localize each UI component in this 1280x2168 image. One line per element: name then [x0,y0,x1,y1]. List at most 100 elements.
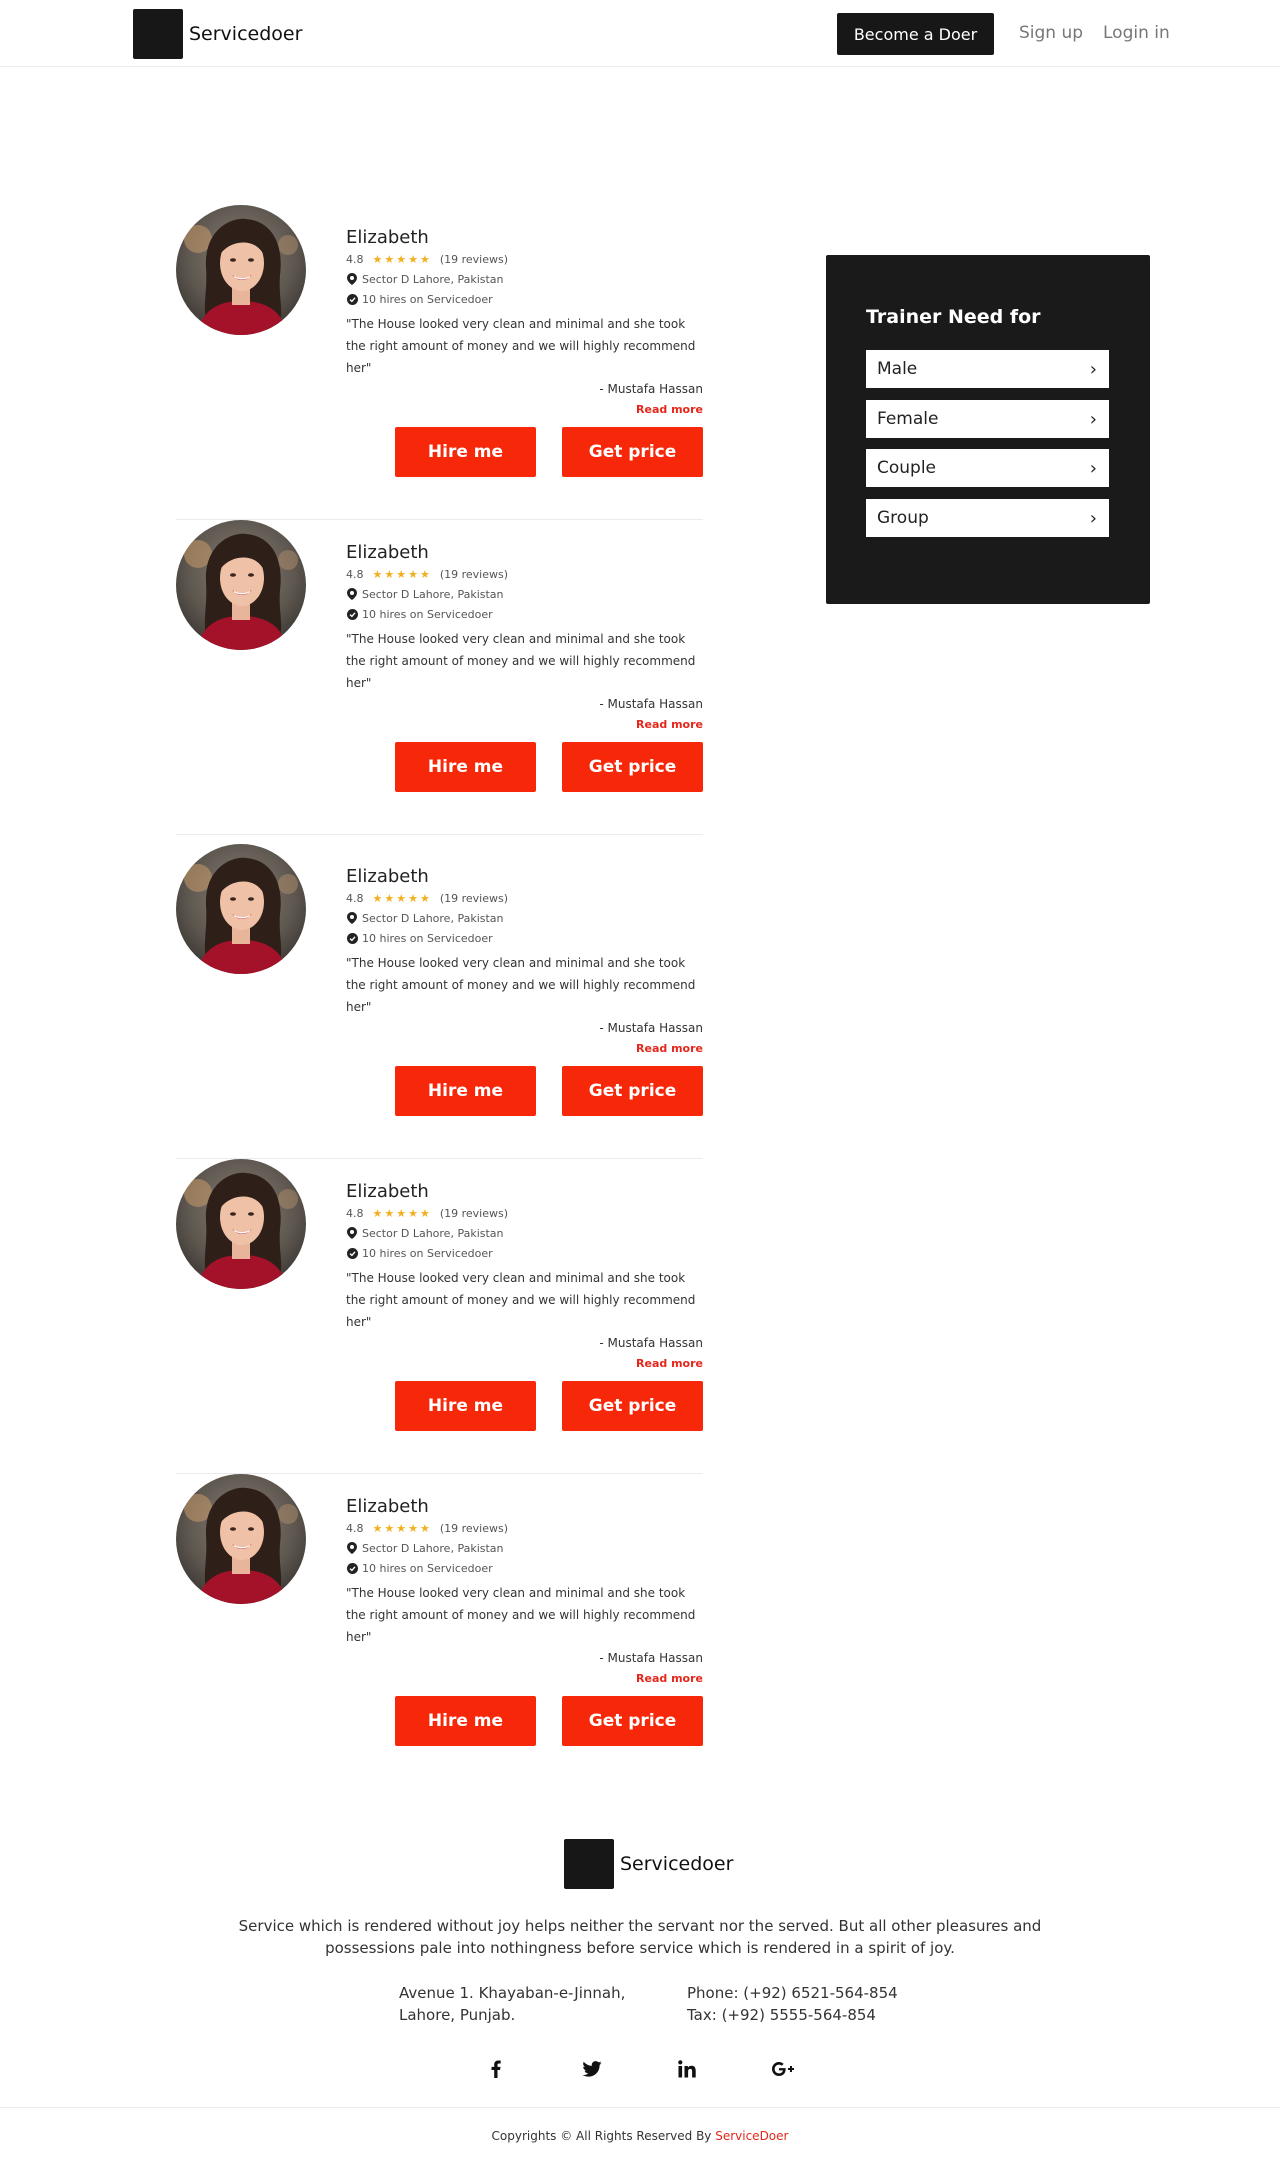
profile-name[interactable]: Elizabeth [346,1181,703,1203]
hires-row: 10 hires on Servicedoer [346,291,703,307]
check-circle-icon [346,932,358,944]
read-more-link[interactable]: Read more [346,403,703,416]
profile-card: Elizabeth 4.8 ★★★★★ (19 reviews) Sector … [176,1159,703,1474]
read-more-link[interactable]: Read more [346,1672,703,1685]
review-count[interactable]: (19 reviews) [440,253,508,266]
linkedin-icon[interactable] [672,2054,702,2084]
get-price-button[interactable]: Get price [562,1696,703,1746]
hire-me-button[interactable]: Hire me [395,742,536,792]
location-pin-icon [346,273,358,285]
address-line-2: Lahore, Punjab. [399,2006,516,2024]
hires-text: 10 hires on Servicedoer [362,607,493,621]
profile-card: Elizabeth 4.8 ★★★★★ (19 reviews) Sector … [176,520,703,835]
filter-title: Trainer Need for [866,306,1041,328]
review-author: - Mustafa Hassan [599,382,703,396]
site-header: Servicedoer Become a Doer Sign up Login … [0,0,1280,67]
profile-avatar[interactable] [176,520,306,650]
hires-text: 10 hires on Servicedoer [362,1246,493,1260]
profile-name[interactable]: Elizabeth [346,542,703,564]
review-count[interactable]: (19 reviews) [440,568,508,581]
footer-address: Avenue 1. Khayaban-e-Jinnah, Lahore, Pun… [399,1982,625,2026]
review-count[interactable]: (19 reviews) [440,1522,508,1535]
get-price-button[interactable]: Get price [562,1381,703,1431]
profile-name[interactable]: Elizabeth [346,227,703,249]
login-link[interactable]: Login in [1103,23,1170,43]
hires-text: 10 hires on Servicedoer [362,292,493,306]
google-plus-icon[interactable] [768,2054,798,2084]
review-quote: "The House looked very clean and minimal… [346,1586,696,1644]
location-row: Sector D Lahore, Pakistan [346,1225,703,1241]
footer-logo[interactable]: Servicedoer [564,1839,733,1889]
read-more-link[interactable]: Read more [346,1042,703,1055]
location-row: Sector D Lahore, Pakistan [346,910,703,926]
brand-logo[interactable]: Servicedoer [133,9,302,59]
review-quote: "The House looked very clean and minimal… [346,1271,696,1329]
filter-option-couple[interactable]: Couple › [866,449,1109,487]
hire-me-button[interactable]: Hire me [395,1696,536,1746]
rating-value: 4.8 [346,567,364,581]
profile-name[interactable]: Elizabeth [346,866,703,888]
facebook-icon[interactable] [481,2054,511,2084]
signup-link[interactable]: Sign up [1019,23,1083,43]
copyright-text: Copyrights © All Rights Reserved By [491,2129,716,2143]
copyright-brand-link[interactable]: ServiceDoer [715,2129,788,2143]
chevron-right-icon: › [1089,358,1097,380]
review-count[interactable]: (19 reviews) [440,892,508,905]
trainer-filter-panel: Trainer Need for Male › Female › Couple … [826,255,1150,604]
phone-text: Phone: (+92) 6521-564-854 [687,1984,898,2002]
read-more-link[interactable]: Read more [346,718,703,731]
filter-option-male[interactable]: Male › [866,350,1109,388]
location-text: Sector D Lahore, Pakistan [362,587,504,601]
rating-row: 4.8 ★★★★★ (19 reviews) [346,890,703,906]
profile-avatar[interactable] [176,205,306,335]
rating-value: 4.8 [346,1206,364,1220]
rating-value: 4.8 [346,891,364,905]
profile-avatar[interactable] [176,844,306,974]
check-circle-icon [346,293,358,305]
review-quote: "The House looked very clean and minimal… [346,956,696,1014]
check-circle-icon [346,1247,358,1259]
location-pin-icon [346,588,358,600]
review-author: - Mustafa Hassan [599,697,703,711]
rating-value: 4.8 [346,252,364,266]
hire-me-button[interactable]: Hire me [395,1381,536,1431]
chevron-right-icon: › [1089,408,1097,430]
copyright-notice: Copyrights © All Rights Reserved By Serv… [0,2129,1280,2143]
review-author: - Mustafa Hassan [599,1336,703,1350]
rating-row: 4.8 ★★★★★ (19 reviews) [346,251,703,267]
get-price-button[interactable]: Get price [562,427,703,477]
read-more-link[interactable]: Read more [346,1357,703,1370]
hires-text: 10 hires on Servicedoer [362,931,493,945]
filter-option-label: Group [877,508,929,528]
hires-text: 10 hires on Servicedoer [362,1561,493,1575]
profile-card: Elizabeth 4.8 ★★★★★ (19 reviews) Sector … [176,1474,703,1789]
hire-me-button[interactable]: Hire me [395,427,536,477]
profile-avatar[interactable] [176,1474,306,1604]
footer-brand-name: Servicedoer [620,1853,734,1875]
twitter-icon[interactable] [577,2054,607,2084]
hires-row: 10 hires on Servicedoer [346,1560,703,1576]
location-row: Sector D Lahore, Pakistan [346,271,703,287]
check-circle-icon [346,608,358,620]
become-doer-button[interactable]: Become a Doer [837,13,994,55]
profile-name[interactable]: Elizabeth [346,1496,703,1518]
get-price-button[interactable]: Get price [562,742,703,792]
star-rating-icon: ★★★★★ [372,252,432,266]
star-rating-icon: ★★★★★ [372,891,432,905]
review-count[interactable]: (19 reviews) [440,1207,508,1220]
footer-divider [0,2107,1280,2108]
chevron-right-icon: › [1089,457,1097,479]
location-row: Sector D Lahore, Pakistan [346,586,703,602]
profile-card: Elizabeth 4.8 ★★★★★ (19 reviews) Sector … [176,844,703,1159]
review-quote: "The House looked very clean and minimal… [346,317,696,375]
footer-tagline: Service which is rendered without joy he… [238,1917,1042,1957]
filter-option-group[interactable]: Group › [866,499,1109,537]
location-pin-icon [346,912,358,924]
filter-option-female[interactable]: Female › [866,400,1109,438]
location-text: Sector D Lahore, Pakistan [362,272,504,286]
review-author: - Mustafa Hassan [599,1021,703,1035]
profile-avatar[interactable] [176,1159,306,1289]
get-price-button[interactable]: Get price [562,1066,703,1116]
hire-me-button[interactable]: Hire me [395,1066,536,1116]
rating-row: 4.8 ★★★★★ (19 reviews) [346,566,703,582]
